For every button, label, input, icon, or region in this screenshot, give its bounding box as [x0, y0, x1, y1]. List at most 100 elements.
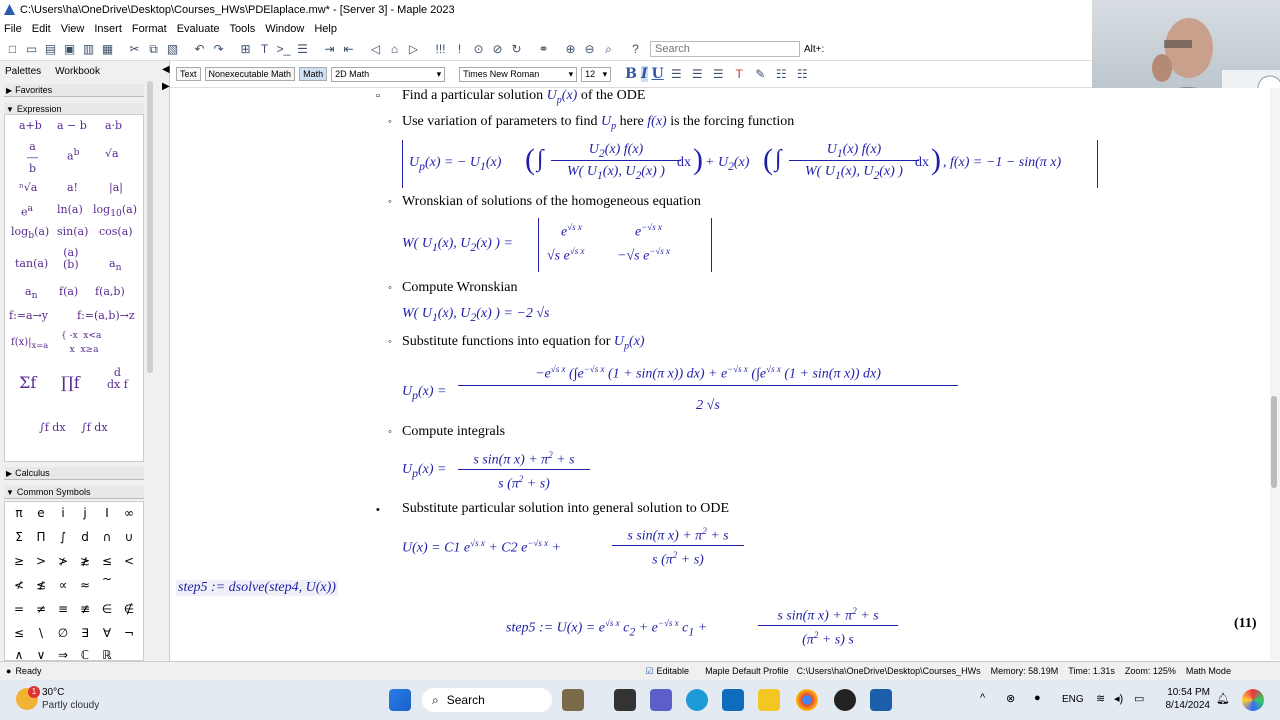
palette-nth-root[interactable]: ⁿ√a — [19, 181, 37, 194]
math-general-solution[interactable]: U(x) = C1 e√s x + C2 e−√s x + s sin(π x)… — [402, 524, 762, 574]
copy-icon[interactable]: ⧉ — [145, 41, 162, 58]
math-wronskian-matrix[interactable]: W( U1(x), U2(x) ) = e√s x e−√s x √s e√s … — [402, 216, 722, 274]
open-url-icon[interactable]: ▤ — [42, 41, 59, 58]
symbol-leq[interactable]: ≤ — [97, 554, 117, 568]
teams-icon[interactable] — [650, 689, 672, 711]
paste-icon[interactable]: ▧ — [164, 41, 181, 58]
home-icon[interactable]: ⌂ — [386, 41, 403, 58]
symbol-sum[interactable]: Σ — [9, 530, 29, 544]
windows-start-icon[interactable] — [389, 689, 411, 711]
symbol-not-element[interactable]: ∉ — [119, 602, 139, 616]
document-scrollbar[interactable] — [1270, 88, 1280, 660]
underline-button[interactable]: U — [652, 66, 664, 82]
open-folder-icon[interactable]: ▭ — [23, 41, 40, 58]
symbol-implies[interactable]: ⇒ — [53, 648, 73, 660]
palette-eval-at[interactable]: f(x)|x=a — [11, 337, 48, 350]
symbol-or[interactable]: ∨ — [31, 648, 51, 660]
menu-help[interactable]: Help — [314, 23, 337, 35]
section-common-symbols[interactable]: ▼ Common Symbols — [4, 486, 144, 499]
palette-arrow-fn-two[interactable]: f:=(a,b)→z — [77, 309, 135, 322]
find-replace-icon[interactable]: ⊞ — [237, 41, 254, 58]
menu-window[interactable]: Window — [265, 23, 304, 35]
save-icon[interactable]: ▣ — [61, 41, 78, 58]
symbol-not-gt[interactable]: ≯ — [53, 554, 73, 568]
scroll-thumb[interactable] — [1271, 396, 1277, 488]
section-favorites[interactable]: ▶ Favorites — [4, 84, 144, 97]
palette-a-minus-b[interactable]: a − b — [57, 119, 87, 132]
text-mode-button[interactable]: Text — [176, 67, 201, 81]
battery-icon[interactable]: ▭ — [1134, 692, 1144, 705]
palette-indef-integral[interactable]: ∫f dx — [39, 421, 66, 434]
volume-icon[interactable]: ◂) — [1114, 692, 1123, 705]
document-area[interactable]: ▫ Find a particular solution Up(x) of th… — [170, 88, 1270, 660]
palette-tan[interactable]: tan(a) — [15, 257, 48, 270]
palette-binomial[interactable]: (a) (b) — [63, 247, 79, 271]
forward-icon[interactable]: ▷ — [405, 41, 422, 58]
clock-date[interactable]: 8/14/2024 — [1160, 700, 1211, 711]
palette-derivative[interactable]: d dx f — [107, 367, 128, 391]
zoom-out-icon[interactable]: ⊖ — [581, 41, 598, 58]
execute-icon[interactable]: ! — [451, 41, 468, 58]
stop-icon[interactable]: ⊘ — [489, 41, 506, 58]
indent-icon[interactable]: ⇥ — [321, 41, 338, 58]
chrome-icon[interactable] — [796, 689, 818, 711]
math-step5-output[interactable]: step5 := U(x) = e√s x c2 + e−√s x c1 + s… — [506, 604, 926, 654]
symbol-approx[interactable]: ≈ — [75, 578, 95, 592]
symbol-not-lt[interactable]: ≮ — [9, 578, 29, 592]
palette-index[interactable]: an — [25, 285, 37, 301]
edge-icon[interactable] — [686, 689, 708, 711]
tab-palettes[interactable]: Palettes — [5, 66, 41, 77]
palette-cos[interactable]: cos(a) — [99, 225, 133, 238]
notification-bell-icon[interactable]: 🔔︎ — [1216, 692, 1230, 705]
restart-icon[interactable]: ↻ — [508, 41, 525, 58]
help-icon[interactable]: ? — [627, 41, 644, 58]
search-input[interactable] — [650, 41, 800, 57]
back-icon[interactable]: ◁ — [367, 41, 384, 58]
palette-a-plus-b[interactable]: a+b — [19, 119, 42, 132]
palette-function-two[interactable]: f(a,b) — [95, 285, 125, 298]
symbol-empty-set[interactable]: ∅ — [53, 626, 73, 640]
math-wronskian-result[interactable]: W( U1(x), U2(x) ) = −2 √s — [402, 306, 549, 324]
font-select[interactable]: Times New Roman ▾ — [459, 66, 578, 82]
symbol-and[interactable]: ∧ — [9, 648, 29, 660]
palette-sum[interactable]: Σf — [19, 373, 36, 392]
zoom-in-icon[interactable]: ⊕ — [562, 41, 579, 58]
palette-a-times-b[interactable]: a·b — [105, 119, 122, 132]
tray-chevron-icon[interactable]: ^ — [980, 692, 985, 704]
bold-button[interactable]: B — [625, 66, 637, 82]
style-select[interactable]: 2D Math ▾ — [331, 66, 446, 82]
menu-edit[interactable]: Edit — [32, 23, 51, 35]
align-right-icon[interactable]: ☰ — [710, 66, 727, 83]
language-indicator[interactable]: ENG — [1062, 694, 1084, 705]
symbol-j[interactable]: j — [75, 506, 95, 520]
symbol-not-geq[interactable]: ≵ — [75, 554, 95, 568]
symbol-integral[interactable]: ∫ — [53, 530, 73, 544]
palette-logb[interactable]: logb(a) — [11, 225, 49, 241]
palette-sqrt[interactable]: √a — [105, 147, 119, 160]
checkbox-icon[interactable]: ☑ — [645, 666, 653, 677]
menu-format[interactable]: Format — [132, 23, 167, 35]
symbol-infinity[interactable]: ∞ — [119, 506, 139, 520]
symbol-gt[interactable]: > — [31, 554, 51, 568]
symbol-complex[interactable]: ℂ — [75, 648, 95, 660]
math-mode-icon[interactable]: >_ — [275, 41, 292, 58]
symbol-lt[interactable]: < — [119, 554, 139, 568]
clock-time[interactable]: 10:54 PM — [1160, 687, 1210, 698]
symbol-proportional[interactable]: ∝ — [53, 578, 73, 592]
numbered-list-icon[interactable]: ☷ — [794, 66, 811, 83]
symbol-product[interactable]: Π — [31, 530, 51, 544]
palette-power[interactable]: ab — [67, 147, 79, 163]
symbol-union[interactable]: ∪ — [119, 530, 139, 544]
text-color-icon[interactable]: T — [731, 66, 748, 83]
obs-icon[interactable] — [834, 689, 856, 711]
palette-sin[interactable]: sin(a) — [57, 225, 88, 238]
symbol-forall[interactable]: ∀ — [97, 626, 117, 640]
copilot-icon[interactable] — [1242, 689, 1264, 711]
palette-factorial[interactable]: a! — [67, 181, 78, 194]
debug-icon[interactable]: ⊙ — [470, 41, 487, 58]
menu-evaluate[interactable]: Evaluate — [177, 23, 220, 35]
symbol-d[interactable]: d — [75, 530, 95, 544]
symbol-i[interactable]: i — [53, 506, 73, 520]
cut-icon[interactable]: ✂ — [126, 41, 143, 58]
redo-icon[interactable]: ↷ — [210, 41, 227, 58]
